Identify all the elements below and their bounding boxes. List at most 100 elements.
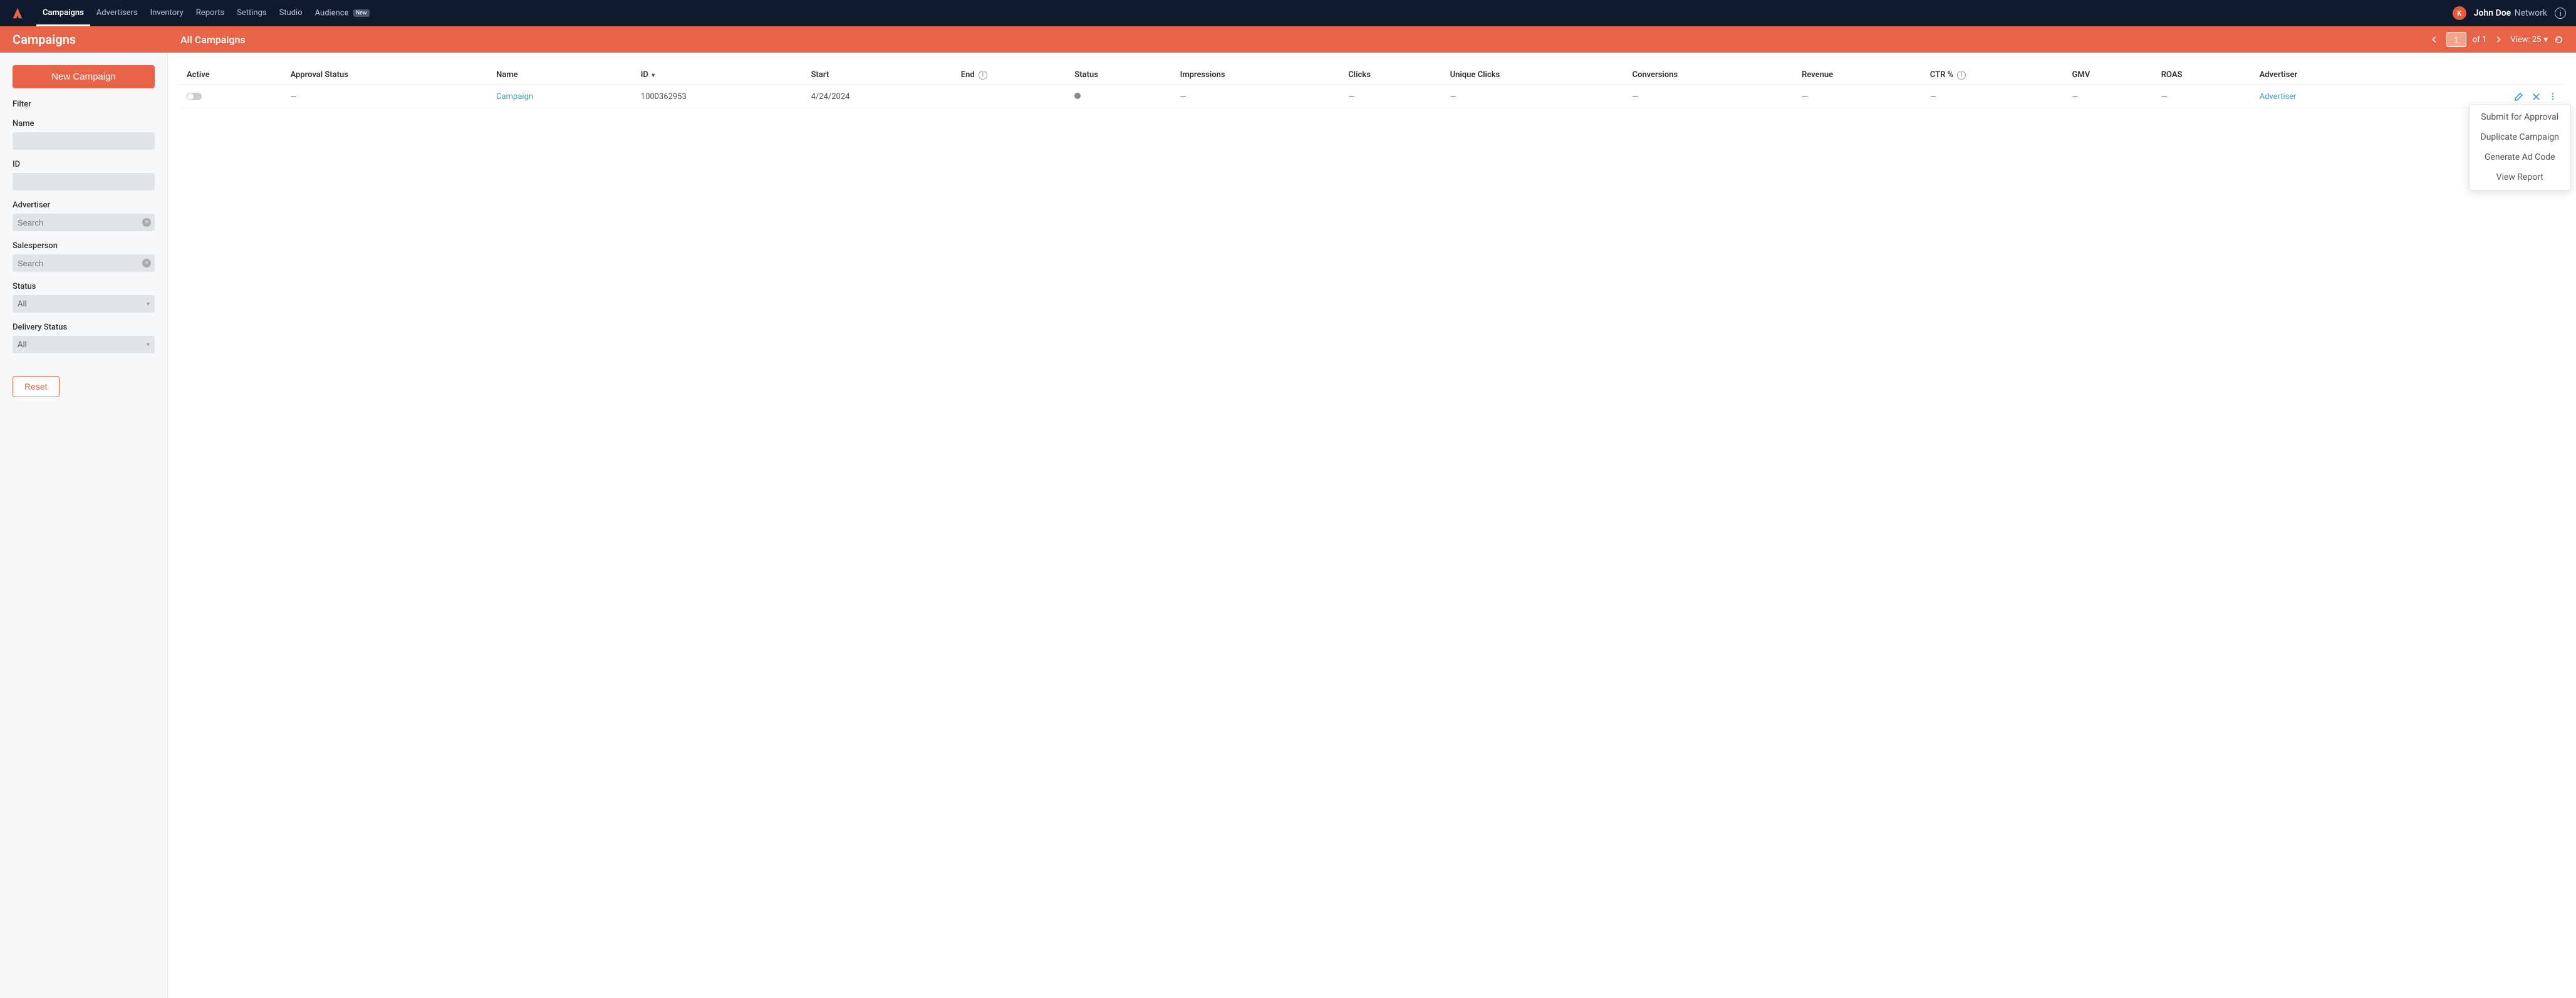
col-start[interactable]: Start bbox=[805, 65, 955, 85]
nav-item-audience[interactable]: Audience New bbox=[309, 0, 376, 26]
chevron-left-icon bbox=[2430, 35, 2439, 44]
col-unique-clicks[interactable]: Unique Clicks bbox=[1444, 65, 1626, 85]
user-context: Network bbox=[2515, 8, 2547, 18]
col-gmv[interactable]: GMV bbox=[2066, 65, 2155, 85]
col-conversions[interactable]: Conversions bbox=[1626, 65, 1795, 85]
logo[interactable] bbox=[10, 6, 25, 21]
menu-generate-code[interactable]: Generate Ad Code bbox=[2470, 147, 2570, 167]
clear-icon[interactable]: ✕ bbox=[142, 218, 151, 227]
nav-item-studio[interactable]: Studio bbox=[273, 0, 309, 26]
col-approval[interactable]: Approval Status bbox=[284, 65, 490, 85]
nav-item-reports[interactable]: Reports bbox=[190, 0, 231, 26]
reset-button[interactable]: Reset bbox=[13, 376, 60, 397]
menu-submit-approval[interactable]: Submit for Approval bbox=[2470, 107, 2570, 127]
nav-item-campaigns[interactable]: Campaigns bbox=[36, 0, 90, 26]
avatar[interactable]: K bbox=[2453, 6, 2466, 20]
filter-id-input[interactable] bbox=[13, 173, 155, 190]
page-title: Campaigns bbox=[0, 32, 168, 47]
campaigns-table: Active Approval Status Name ID ▾ Start E… bbox=[180, 65, 2563, 108]
filter-advertiser-label: Advertiser bbox=[13, 200, 155, 210]
col-name[interactable]: Name bbox=[490, 65, 635, 85]
status-indicator bbox=[1074, 93, 1081, 99]
top-navbar: Campaigns Advertisers Inventory Reports … bbox=[0, 0, 2576, 26]
table-row: — Campaign 1000362953 4/24/2024 — — — — … bbox=[180, 85, 2563, 108]
sort-desc-icon: ▾ bbox=[652, 72, 655, 79]
info-icon[interactable]: i bbox=[1957, 71, 1966, 80]
view-size-label: View: 25 bbox=[2510, 35, 2541, 44]
active-toggle[interactable] bbox=[187, 93, 202, 100]
caret-down-icon: ▾ bbox=[2543, 35, 2548, 44]
filter-status-label: Status bbox=[13, 282, 155, 291]
col-advertiser[interactable]: Advertiser bbox=[2253, 65, 2401, 85]
chevron-right-icon bbox=[2494, 35, 2503, 44]
cell-approval: — bbox=[284, 85, 490, 108]
filter-delivery-value: All bbox=[18, 340, 27, 350]
col-ctr[interactable]: CTR % i bbox=[1924, 65, 2066, 85]
nav-item-inventory[interactable]: Inventory bbox=[144, 0, 190, 26]
col-active[interactable]: Active bbox=[180, 65, 284, 85]
refresh-icon bbox=[2554, 35, 2563, 44]
filter-name-input[interactable] bbox=[13, 132, 155, 150]
cell-start: 4/24/2024 bbox=[805, 85, 955, 108]
filter-delivery-select[interactable]: All ▾ bbox=[13, 336, 155, 353]
cell-id: 1000362953 bbox=[635, 85, 805, 108]
kebab-icon bbox=[2548, 92, 2557, 101]
close-icon bbox=[2532, 92, 2541, 101]
col-ctr-label: CTR % bbox=[1930, 70, 1953, 80]
advertiser-link[interactable]: Advertiser bbox=[2260, 92, 2297, 101]
sidebar: New Campaign Filter Name ID Advertiser ✕… bbox=[0, 53, 168, 998]
nav-item-settings[interactable]: Settings bbox=[231, 0, 273, 26]
col-id-label: ID bbox=[641, 70, 648, 80]
menu-view-report[interactable]: View Report bbox=[2470, 167, 2570, 187]
edit-button[interactable] bbox=[2514, 91, 2524, 101]
row-actions-menu: Submit for Approval Duplicate Campaign G… bbox=[2469, 104, 2571, 190]
user-label[interactable]: John Doe Network bbox=[2474, 8, 2547, 18]
col-roas[interactable]: ROAS bbox=[2155, 65, 2253, 85]
filter-id-label: ID bbox=[13, 160, 155, 169]
nav-item-advertisers[interactable]: Advertisers bbox=[90, 0, 144, 26]
filter-salesperson-input[interactable] bbox=[13, 254, 155, 272]
campaign-name-link[interactable]: Campaign bbox=[496, 92, 533, 101]
logo-icon bbox=[11, 6, 24, 20]
cell-conversions: — bbox=[1626, 85, 1795, 108]
col-actions bbox=[2401, 65, 2563, 85]
filter-status-select[interactable]: All ▾ bbox=[13, 295, 155, 313]
menu-duplicate[interactable]: Duplicate Campaign bbox=[2470, 127, 2570, 147]
info-icon[interactable]: i bbox=[979, 71, 987, 80]
subheader: Campaigns All Campaigns of 1 View: 25 ▾ bbox=[0, 26, 2576, 53]
info-icon[interactable]: i bbox=[2555, 8, 2566, 19]
page-number-input[interactable] bbox=[2446, 32, 2466, 47]
col-impressions[interactable]: Impressions bbox=[1174, 65, 1343, 85]
col-end-label: End bbox=[961, 70, 975, 80]
filter-status-value: All bbox=[18, 299, 27, 309]
caret-down-icon: ▾ bbox=[147, 301, 150, 308]
col-id[interactable]: ID ▾ bbox=[635, 65, 805, 85]
clear-icon[interactable]: ✕ bbox=[142, 259, 151, 268]
filter-delivery-label: Delivery Status bbox=[13, 323, 155, 332]
caret-down-icon: ▾ bbox=[147, 341, 150, 348]
col-clicks[interactable]: Clicks bbox=[1342, 65, 1443, 85]
filter-name-label: Name bbox=[13, 119, 155, 128]
cell-end bbox=[955, 85, 1069, 108]
more-actions-button[interactable] bbox=[2548, 92, 2557, 101]
cell-roas: — bbox=[2155, 85, 2253, 108]
cell-unique-clicks: — bbox=[1444, 85, 1626, 108]
col-revenue[interactable]: Revenue bbox=[1795, 65, 1924, 85]
filter-heading: Filter bbox=[13, 100, 155, 109]
page-prev-button[interactable] bbox=[2429, 34, 2440, 45]
col-status[interactable]: Status bbox=[1068, 65, 1173, 85]
cell-revenue: — bbox=[1795, 85, 1924, 108]
col-end[interactable]: End i bbox=[955, 65, 1069, 85]
pencil-icon bbox=[2514, 91, 2524, 101]
cell-gmv: — bbox=[2066, 85, 2155, 108]
cell-clicks: — bbox=[1342, 85, 1443, 108]
refresh-button[interactable] bbox=[2554, 35, 2563, 44]
new-campaign-button[interactable]: New Campaign bbox=[13, 65, 155, 88]
table-header-row: Active Approval Status Name ID ▾ Start E… bbox=[180, 65, 2563, 85]
page-next-button[interactable] bbox=[2493, 34, 2504, 45]
nav-item-label: Audience bbox=[315, 8, 349, 18]
filter-advertiser-input[interactable] bbox=[13, 214, 155, 231]
delete-button[interactable] bbox=[2532, 92, 2541, 101]
main-content: Active Approval Status Name ID ▾ Start E… bbox=[168, 53, 2576, 998]
view-size-dropdown[interactable]: View: 25 ▾ bbox=[2510, 35, 2548, 44]
